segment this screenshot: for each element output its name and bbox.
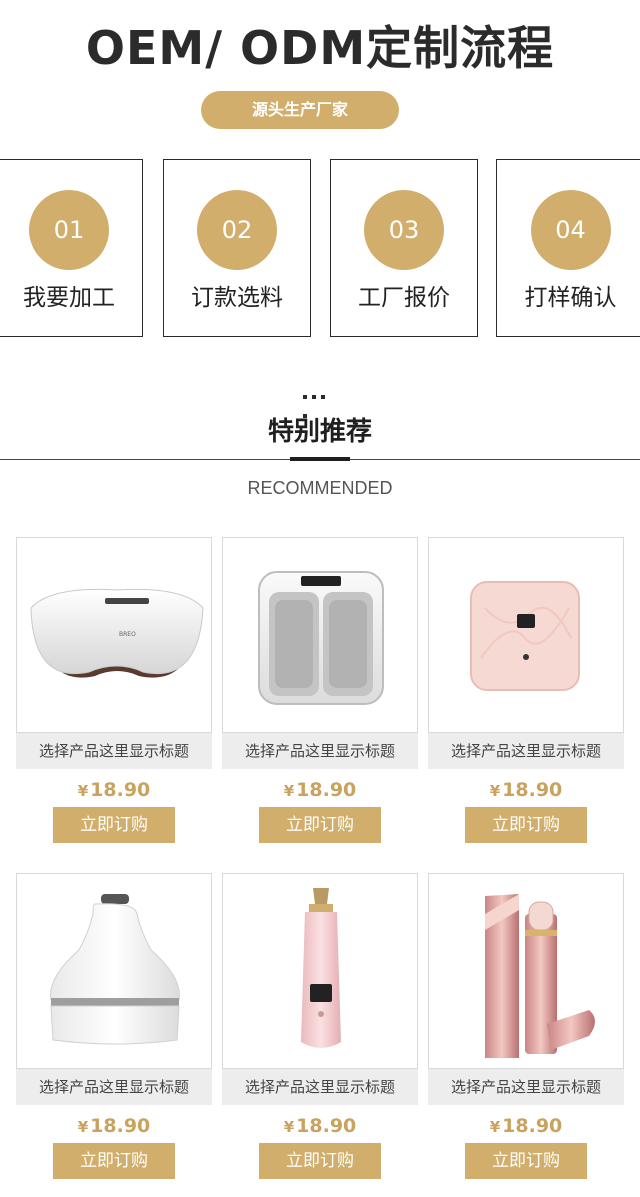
buy-now-button[interactable]: 立即订购 [465, 807, 587, 843]
eye-massager-icon: BREO [30, 588, 204, 678]
product-title[interactable]: 选择产品这里显示标题 [16, 1069, 212, 1105]
step-card-1: 01 我要加工 [0, 159, 143, 337]
product-price: ¥18.90 [222, 777, 418, 804]
product-price: ¥18.90 [222, 1113, 418, 1140]
step-number: 04 [530, 190, 611, 270]
foot-massager-icon [258, 571, 384, 705]
buy-now-button[interactable]: 立即订购 [259, 1143, 381, 1179]
section-divider-accent [290, 457, 350, 461]
step-number: 01 [29, 190, 109, 270]
product-price: ¥18.90 [428, 777, 624, 804]
step-number: 02 [197, 190, 277, 270]
currency-symbol: ¥ [77, 782, 89, 800]
product-price: ¥18.90 [428, 1113, 624, 1140]
step-label: 我要加工 [23, 285, 115, 311]
product-card[interactable]: 选择产品这里显示标题 ¥18.90 立即订购 [222, 537, 418, 843]
currency-symbol: ¥ [489, 1118, 501, 1136]
price-value: 18.90 [502, 1115, 563, 1137]
buy-now-button[interactable]: 立即订购 [259, 807, 381, 843]
currency-symbol: ¥ [283, 1118, 295, 1136]
product-card[interactable]: 选择产品这里显示标题 ¥18.90 立即订购 [222, 873, 418, 1179]
price-value: 18.90 [296, 779, 357, 801]
step-number: 03 [364, 190, 444, 270]
price-value: 18.90 [90, 1115, 151, 1137]
price-value: 18.90 [296, 1115, 357, 1137]
product-card[interactable]: 选择产品这里显示标题 ¥18.90 立即订购 [428, 537, 624, 843]
product-title[interactable]: 选择产品这里显示标题 [222, 733, 418, 769]
step-card-3: 03 工厂报价 [330, 159, 478, 337]
product-image[interactable] [16, 873, 212, 1069]
hair-remover-icon [485, 894, 595, 1058]
step-label: 打样确认 [524, 285, 617, 311]
currency-symbol: ¥ [489, 782, 501, 800]
body-scale-icon [470, 581, 580, 691]
product-card[interactable]: 选择产品这里显示标题 ¥18.90 立即订购 [16, 873, 212, 1179]
buy-now-button[interactable]: 立即订购 [53, 807, 175, 843]
pore-cleaner-icon [301, 888, 341, 1048]
step-label: 订款选料 [191, 285, 283, 311]
currency-symbol: ¥ [77, 1118, 89, 1136]
step-card-4: 04 打样确认 [496, 159, 640, 337]
svg-text:BREO: BREO [119, 631, 136, 638]
product-title[interactable]: 选择产品这里显示标题 [16, 733, 212, 769]
product-price: ¥18.90 [16, 777, 212, 804]
price-value: 18.90 [90, 779, 151, 801]
section-title: 特别推荐 [267, 417, 372, 447]
price-value: 18.90 [502, 779, 563, 801]
product-card[interactable]: BREO 选择产品这里显示标题 ¥18.90 立即订购 [16, 537, 212, 843]
step-card-2: 02 订款选料 [163, 159, 311, 337]
product-title[interactable]: 选择产品这里显示标题 [222, 1069, 418, 1105]
product-image[interactable]: BREO [16, 537, 212, 733]
product-card[interactable]: 选择产品这里显示标题 ¥18.90 立即订购 [428, 873, 624, 1179]
product-title[interactable]: 选择产品这里显示标题 [428, 733, 624, 769]
product-title[interactable]: 选择产品这里显示标题 [428, 1069, 624, 1105]
factory-badge: 源头生产厂家 [201, 91, 399, 129]
buy-now-button[interactable]: 立即订购 [465, 1143, 587, 1179]
product-price: ¥18.90 [16, 1113, 212, 1140]
section-subtitle: RECOMMENDED [247, 478, 393, 498]
currency-symbol: ¥ [283, 782, 295, 800]
step-label: 工厂报价 [358, 285, 450, 311]
section-dots [303, 395, 337, 418]
buy-now-button[interactable]: 立即订购 [53, 1143, 175, 1179]
head-massager-icon [50, 894, 180, 1045]
page-title: OEM/ ODM定制流程 [85, 21, 555, 75]
product-image[interactable] [222, 537, 418, 733]
product-image[interactable] [222, 873, 418, 1069]
product-image[interactable] [428, 873, 624, 1069]
product-image[interactable] [428, 537, 624, 733]
